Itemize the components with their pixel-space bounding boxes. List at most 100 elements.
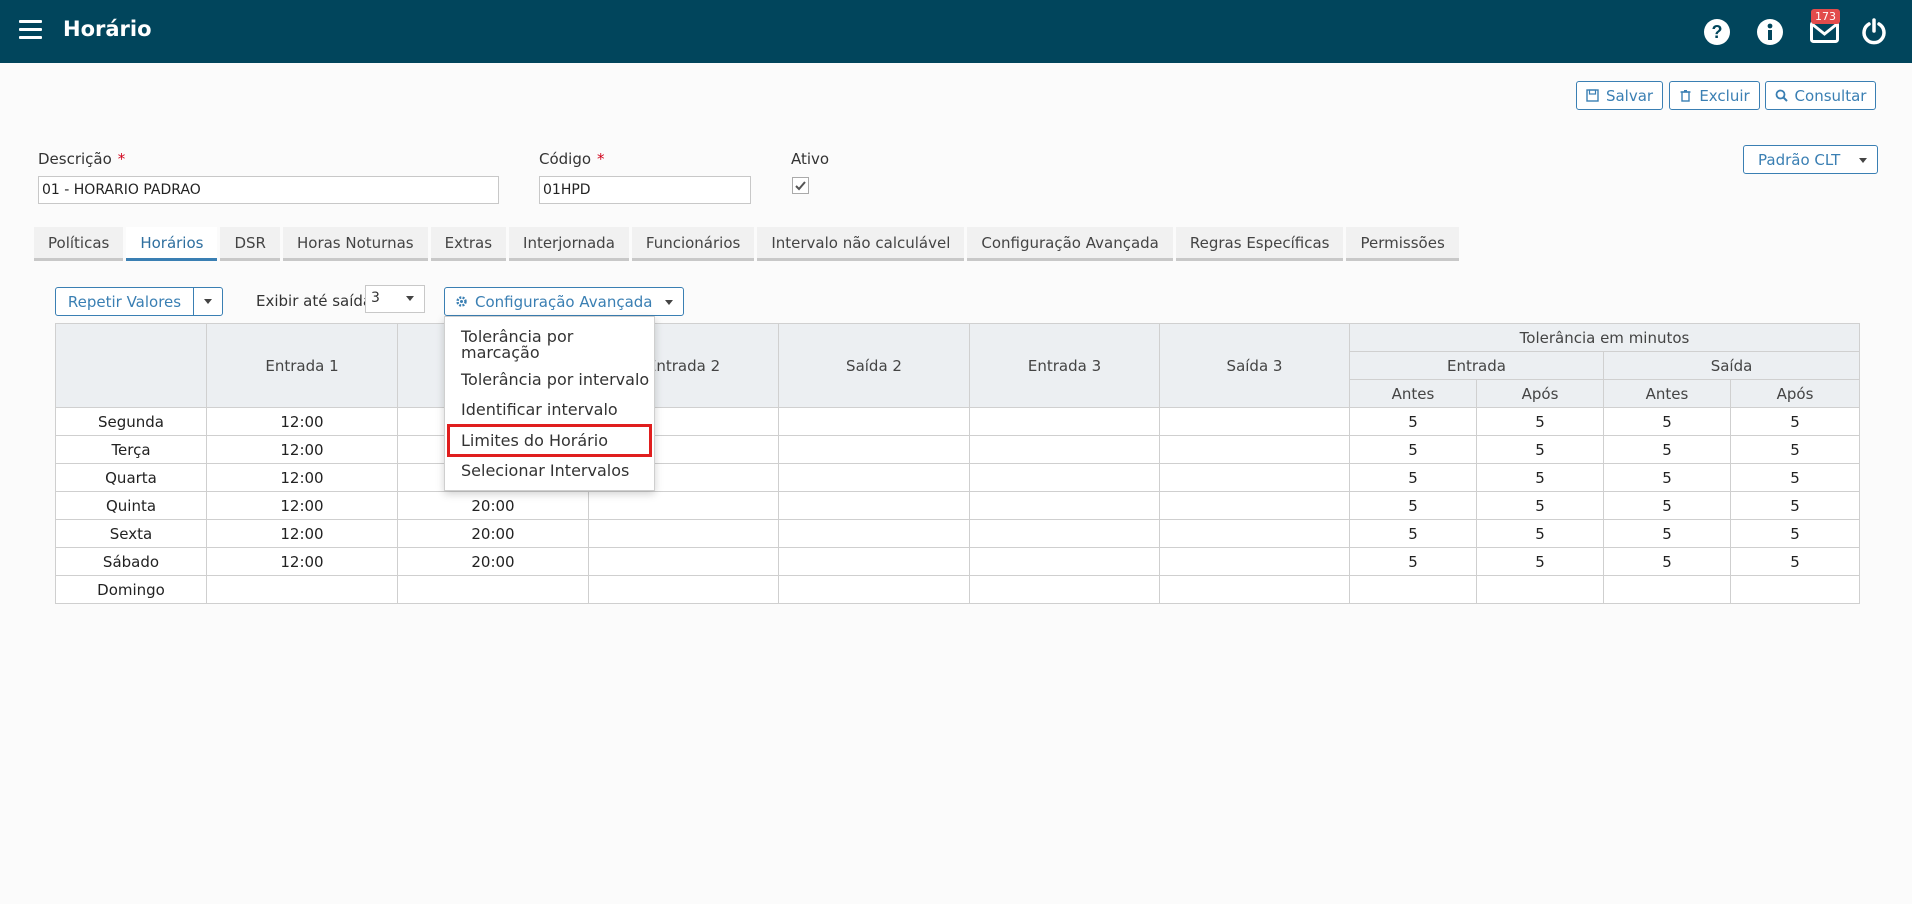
info-icon[interactable] [1756, 18, 1784, 46]
mail-icon[interactable] [1810, 21, 1839, 43]
time-cell[interactable] [588, 491, 779, 520]
time-cell[interactable] [1159, 407, 1350, 436]
tolerance-cell[interactable] [1476, 575, 1604, 604]
time-cell[interactable] [206, 575, 398, 604]
time-cell[interactable] [397, 575, 589, 604]
time-cell[interactable] [778, 463, 970, 492]
tolerance-cell[interactable]: 5 [1603, 407, 1731, 436]
tolerance-cell[interactable]: 5 [1476, 435, 1604, 464]
tolerance-cell[interactable]: 5 [1349, 407, 1477, 436]
time-cell[interactable] [588, 547, 779, 576]
repeat-values-button[interactable]: Repetir Valores [55, 287, 194, 316]
time-cell[interactable]: 20:00 [397, 547, 589, 576]
tolerance-cell[interactable]: 5 [1603, 463, 1731, 492]
tab-funcionarios[interactable]: Funcionários [631, 227, 755, 261]
tab-permissoes[interactable]: Permissões [1346, 227, 1459, 261]
advanced-config-dropdown[interactable]: Configuração Avançada [444, 287, 684, 316]
menu-item-identificar-intervalo[interactable]: Identificar intervalo [447, 401, 652, 418]
tab-extras[interactable]: Extras [430, 227, 507, 261]
time-cell[interactable] [778, 407, 970, 436]
codigo-field[interactable]: 01HPD [539, 176, 751, 204]
tolerance-cell[interactable]: 5 [1729, 463, 1861, 492]
tab-horarios[interactable]: Horários [126, 227, 218, 261]
tolerance-cell[interactable] [1603, 575, 1731, 604]
menu-item-tolerancia-marcacao[interactable]: Tolerância por marcação [447, 329, 652, 361]
time-cell[interactable] [778, 519, 970, 548]
save-icon [1586, 89, 1599, 102]
help-icon[interactable]: ? [1703, 18, 1731, 46]
tolerance-cell[interactable]: 5 [1603, 547, 1731, 576]
exibir-select[interactable]: 3 [365, 285, 425, 313]
tab-interjornada[interactable]: Interjornada [509, 227, 629, 261]
time-cell[interactable]: 12:00 [206, 519, 398, 548]
repeat-values-dropdown[interactable] [193, 287, 223, 316]
time-cell[interactable] [1159, 575, 1350, 604]
tolerance-cell[interactable]: 5 [1603, 491, 1731, 520]
tolerance-cell[interactable]: 5 [1729, 435, 1861, 464]
table-row: Domingo [55, 575, 1861, 604]
time-cell[interactable] [969, 435, 1160, 464]
padrao-clt-dropdown[interactable]: Padrão CLT [1743, 145, 1878, 174]
save-button[interactable]: Salvar [1576, 81, 1663, 110]
time-cell[interactable]: 12:00 [206, 463, 398, 492]
time-cell[interactable] [778, 435, 970, 464]
tolerance-cell[interactable]: 5 [1349, 547, 1477, 576]
tolerance-cell[interactable]: 5 [1729, 407, 1861, 436]
query-button[interactable]: Consultar [1765, 81, 1876, 110]
delete-button[interactable]: Excluir [1669, 81, 1760, 110]
tolerance-cell[interactable]: 5 [1349, 435, 1477, 464]
descricao-field[interactable]: 01 - HORARIO PADRAO [38, 176, 499, 204]
time-cell[interactable] [778, 491, 970, 520]
time-cell[interactable] [969, 463, 1160, 492]
tab-configuracao-avancada[interactable]: Configuração Avançada [967, 227, 1173, 261]
time-cell[interactable]: 12:00 [206, 435, 398, 464]
notification-badge[interactable]: 173 [1811, 9, 1840, 24]
menu-item-limites-horario[interactable]: Limites do Horário [447, 424, 652, 457]
tolerance-cell[interactable]: 5 [1349, 519, 1477, 548]
time-cell[interactable] [969, 519, 1160, 548]
time-cell[interactable] [969, 407, 1160, 436]
time-cell[interactable] [588, 519, 779, 548]
tolerance-cell[interactable] [1729, 575, 1861, 604]
tolerance-cell[interactable]: 5 [1476, 463, 1604, 492]
time-cell[interactable]: 12:00 [206, 547, 398, 576]
tolerance-cell[interactable]: 5 [1476, 547, 1604, 576]
tolerance-cell[interactable]: 5 [1349, 463, 1477, 492]
tab-dsr[interactable]: DSR [220, 227, 280, 261]
time-cell[interactable]: 20:00 [397, 491, 589, 520]
tolerance-cell[interactable]: 5 [1729, 519, 1861, 548]
time-cell[interactable]: 12:00 [206, 491, 398, 520]
menu-icon[interactable] [19, 20, 42, 39]
tolerance-cell[interactable]: 5 [1476, 519, 1604, 548]
menu-item-selecionar-intervalos[interactable]: Selecionar Intervalos [447, 462, 652, 479]
ativo-checkbox[interactable] [792, 177, 809, 194]
time-cell[interactable] [969, 547, 1160, 576]
tab-intervalo-nao-calculavel[interactable]: Intervalo não calculável [757, 227, 965, 261]
time-cell[interactable] [1159, 463, 1350, 492]
tab-horas-noturnas[interactable]: Horas Noturnas [282, 227, 428, 261]
time-cell[interactable] [778, 547, 970, 576]
schedule-table: Entrada 1 Saída 1 Entrada 2 Saída 2 Entr… [55, 323, 1861, 604]
tolerance-cell[interactable]: 5 [1476, 407, 1604, 436]
time-cell[interactable] [1159, 519, 1350, 548]
power-icon[interactable] [1860, 18, 1888, 46]
tolerance-cell[interactable]: 5 [1603, 435, 1731, 464]
time-cell[interactable]: 20:00 [397, 519, 589, 548]
tolerance-cell[interactable]: 5 [1349, 491, 1477, 520]
tab-politicas[interactable]: Políticas [34, 227, 124, 261]
menu-item-tolerancia-intervalo[interactable]: Tolerância por intervalo [447, 371, 652, 388]
time-cell[interactable] [1159, 435, 1350, 464]
tolerance-cell[interactable]: 5 [1729, 491, 1861, 520]
tolerance-cell[interactable]: 5 [1729, 547, 1861, 576]
time-cell[interactable] [588, 575, 779, 604]
time-cell[interactable]: 12:00 [206, 407, 398, 436]
time-cell[interactable] [969, 491, 1160, 520]
tolerance-cell[interactable] [1349, 575, 1477, 604]
tab-regras-especificas[interactable]: Regras Específicas [1175, 227, 1344, 261]
time-cell[interactable] [1159, 547, 1350, 576]
time-cell[interactable] [778, 575, 970, 604]
time-cell[interactable] [969, 575, 1160, 604]
tolerance-cell[interactable]: 5 [1476, 491, 1604, 520]
tolerance-cell[interactable]: 5 [1603, 519, 1731, 548]
time-cell[interactable] [1159, 491, 1350, 520]
